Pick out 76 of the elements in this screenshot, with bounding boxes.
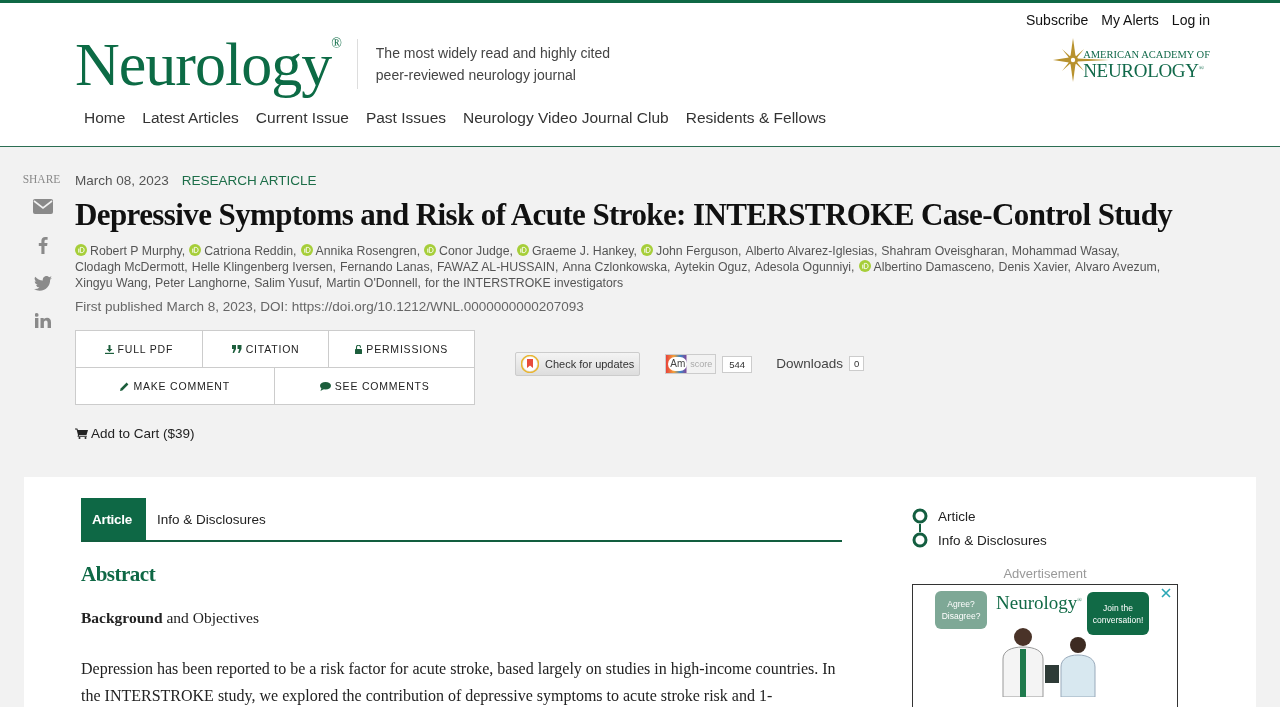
author-link[interactable]: Anna Czlonkowska,: [562, 260, 671, 274]
altmetric-badge[interactable]: Am score: [665, 354, 717, 374]
author-link[interactable]: Adesola Ogunniyi,: [754, 260, 855, 274]
academy-logo[interactable]: AMERICAN ACADEMY OF NEUROLOGY$^{®}$: [1053, 38, 1210, 82]
author-link[interactable]: Catriona Reddin,: [204, 244, 297, 258]
author-link[interactable]: Robert P Murphy,: [90, 244, 186, 258]
subsection-heading: Background and Objectives: [81, 609, 260, 627]
author-link[interactable]: Mohammad Wasay,: [1011, 244, 1120, 258]
nav-link[interactable]: Past Issues: [365, 109, 447, 127]
twitter-bird-icon[interactable]: [33, 276, 52, 291]
publication-date: March 08, 2023: [75, 173, 169, 188]
author-link[interactable]: Conor Judge,: [439, 244, 513, 258]
check-for-updates-button[interactable]: Check for updates: [515, 352, 641, 376]
nav-link[interactable]: Latest Articles: [142, 109, 239, 127]
tab[interactable]: Article: [81, 498, 146, 540]
author-link[interactable]: Denis Xavier,: [998, 260, 1071, 274]
nav-link[interactable]: Home: [84, 109, 126, 127]
orcid-icon[interactable]: [300, 244, 313, 256]
ad-logo: Neurology$^{®}$: [996, 592, 1082, 614]
downloads-label: Downloads: [776, 356, 843, 371]
linkedin-icon[interactable]: [34, 313, 51, 328]
nav-link[interactable]: Residents & Fellows: [685, 109, 827, 127]
add-to-cart-link[interactable]: Add to Cart ($39): [75, 426, 195, 441]
orcid-icon[interactable]: [189, 244, 202, 256]
author-link[interactable]: Alvaro Avezum,: [1074, 260, 1161, 274]
author-link[interactable]: FAWAZ AL-HUSSAIN,: [437, 260, 559, 274]
publication-info: First published March 8, 2023, DOI: https://doi.org/10.1212/WNL.0000000000207093: [75, 299, 585, 314]
author-link[interactable]: Graeme J. Hankey,: [531, 244, 637, 258]
author-link[interactable]: Helle Klingenberg Iversen,: [191, 260, 336, 274]
abstract-paragraph: Depression has been reported to be a risk factor for acute stroke, based largely on studies in high-income countries. In the INTERSTROKE study, we explored the contribution of depressive symptoms to acute stroke risk and 1-: [81, 659, 837, 707]
tagline: The most widely read and highly cited peer-reviewed neurology journal: [375, 44, 612, 85]
outline-link[interactable]: Article: [912, 508, 1178, 524]
orcid-icon[interactable]: [641, 244, 653, 256]
facebook-icon[interactable]: [37, 236, 48, 254]
altmetric-count: 544: [722, 355, 753, 373]
lock-icon: [355, 344, 363, 354]
advertisement-label: Advertisement: [1002, 566, 1088, 581]
author-link[interactable]: Annika Rosengren,: [315, 244, 421, 258]
author-link[interactable]: Salim Yusuf,: [254, 276, 323, 290]
close-icon[interactable]: [1161, 588, 1171, 598]
speech-bubble: Agree? Disagree?: [935, 591, 987, 629]
download-icon: [104, 344, 114, 354]
section-heading: Abstract: [81, 562, 157, 587]
pencil-icon: [120, 381, 130, 391]
author-link[interactable]: Alberto Alvarez-Iglesias,: [745, 244, 878, 258]
orcid-icon[interactable]: [858, 260, 871, 272]
header-link[interactable]: Log in: [1171, 12, 1210, 28]
author-link[interactable]: Clodagh McDermott,: [75, 260, 188, 274]
header-link[interactable]: Subscribe: [1026, 12, 1089, 28]
header-link[interactable]: My Alerts: [1101, 12, 1159, 28]
article-title: Depressive Symptoms and Risk of Acute Stroke: INTERSTROKE Case-Control Study: [75, 197, 1174, 233]
orcid-icon[interactable]: [424, 244, 437, 256]
author-link[interactable]: Albertino Damasceno,: [873, 260, 995, 274]
bookmark-icon: [521, 355, 539, 373]
downloads-count: 0: [848, 356, 865, 371]
author-link[interactable]: for the INTERSTROKE investigators: [424, 276, 624, 290]
quote-icon: [231, 345, 242, 353]
author-link[interactable]: Martin O'Donnell,: [326, 276, 421, 290]
author-link[interactable]: Peter Langhorne,: [155, 276, 251, 290]
speech-bubble-icon: [319, 381, 331, 391]
share-label: SHARE: [22, 173, 61, 185]
author-link[interactable]: Fernando Lanas,: [340, 260, 433, 274]
speech-bubble: Join the conversation!: [1087, 592, 1149, 635]
author-link[interactable]: Shahram Oveisgharan,: [881, 244, 1008, 258]
orcid-icon[interactable]: [75, 244, 87, 256]
nav-link[interactable]: Current Issue: [255, 109, 349, 127]
article-type: RESEARCH ARTICLE: [181, 173, 317, 188]
nav-link[interactable]: Neurology Video Journal Club: [463, 109, 669, 127]
advertisement-banner[interactable]: Agree? Disagree? Neurology$^{®}$ Join the conversation!: [912, 584, 1178, 707]
author-link[interactable]: Aytekin Oguz,: [674, 260, 751, 274]
author-link[interactable]: Xingyu Wang,: [75, 276, 152, 290]
orcid-icon[interactable]: [516, 244, 529, 256]
cart-icon: [75, 428, 88, 439]
outline-link[interactable]: Info & Disclosures: [912, 532, 1178, 548]
author-link[interactable]: John Ferguson,: [656, 244, 742, 258]
email-icon[interactable]: [32, 199, 53, 214]
